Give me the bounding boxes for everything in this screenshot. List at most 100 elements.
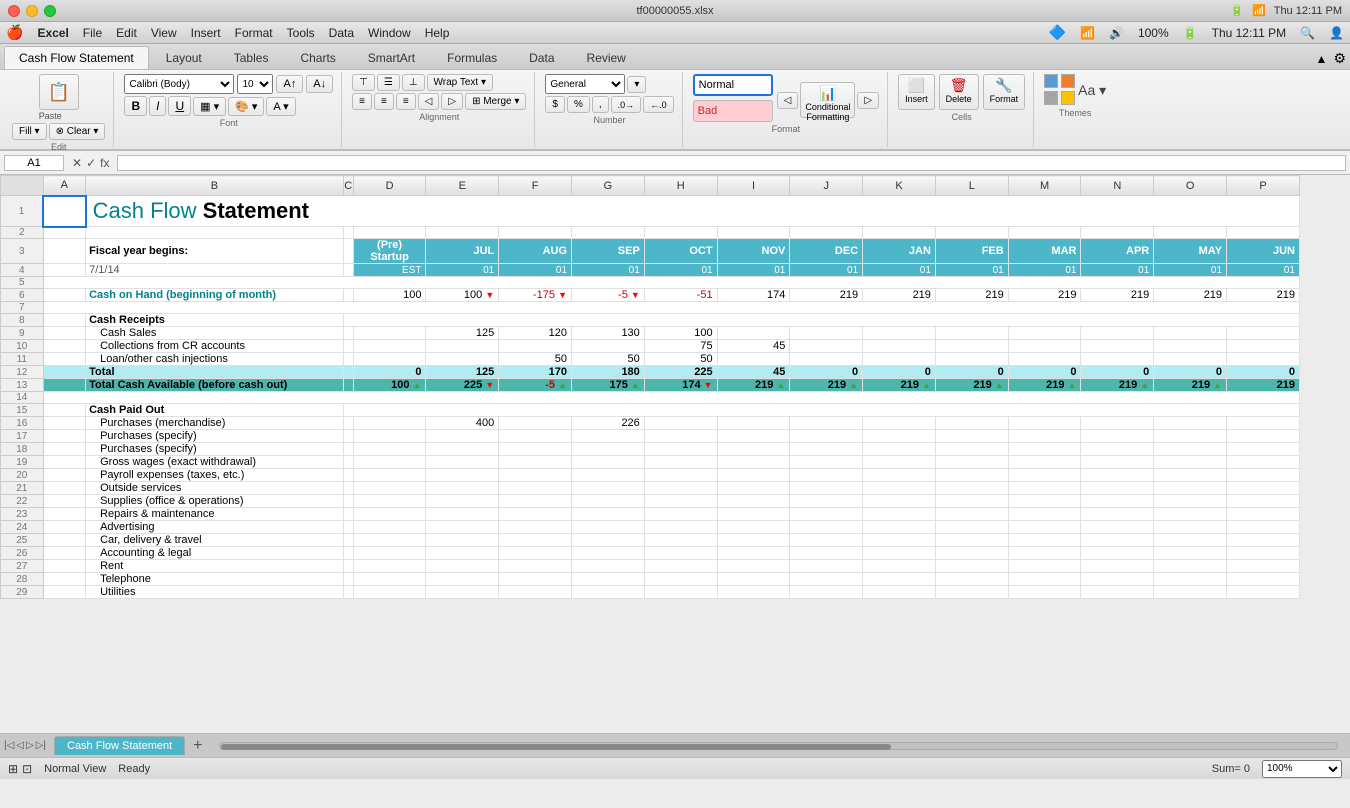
conditional-format-left[interactable]: ◁: [777, 92, 799, 109]
formula-function-icon[interactable]: fx: [100, 156, 109, 170]
align-middle-button[interactable]: ☰: [377, 74, 400, 91]
col-header-h[interactable]: H: [644, 176, 717, 196]
tab-home[interactable]: Cash Flow Statement: [4, 46, 149, 69]
format-bad-box[interactable]: Bad: [693, 100, 773, 122]
menu-file[interactable]: File: [83, 26, 102, 40]
col-header-e[interactable]: E: [426, 176, 499, 196]
ribbon-collapse-icon[interactable]: ▲: [1316, 52, 1328, 66]
paste-button[interactable]: 📋: [39, 74, 79, 110]
table-row: 29Utilities: [1, 586, 1300, 599]
tab-smartart[interactable]: SmartArt: [353, 46, 430, 69]
tab-review[interactable]: Review: [572, 46, 641, 69]
col-header-d[interactable]: D: [353, 176, 426, 196]
col-header-c[interactable]: C: [343, 176, 353, 196]
table-row: 23Repairs & maintenance: [1, 508, 1300, 521]
col-header-p[interactable]: P: [1227, 176, 1300, 196]
col-header-a[interactable]: A: [43, 176, 86, 196]
col-header-k[interactable]: K: [863, 176, 936, 196]
col-header-n[interactable]: N: [1081, 176, 1154, 196]
format-cells-button[interactable]: 🔧 Format: [983, 74, 1026, 110]
font-decrease-button[interactable]: A↓: [306, 75, 333, 93]
conditional-format-main[interactable]: 📊 Conditional Formatting: [800, 82, 855, 118]
col-header-g[interactable]: G: [572, 176, 645, 196]
italic-button[interactable]: I: [149, 96, 166, 116]
insert-cells-button[interactable]: ⬜ Insert: [898, 74, 935, 110]
view-buttons: ⊞ ⊡: [8, 762, 32, 776]
col-header-b[interactable]: B: [86, 176, 344, 196]
underline-button[interactable]: U: [168, 96, 191, 116]
sheet-first-button[interactable]: |◁: [4, 740, 14, 751]
sheet-prev-button[interactable]: ◁: [16, 740, 24, 751]
cell-reference-box[interactable]: [4, 155, 64, 171]
menu-excel[interactable]: Excel: [37, 26, 68, 40]
formula-accept-icon[interactable]: ✓: [86, 156, 96, 170]
indent-increase-button[interactable]: ▷: [441, 93, 463, 110]
col-header-o[interactable]: O: [1154, 176, 1227, 196]
col-header-f[interactable]: F: [499, 176, 572, 196]
fill-color-button[interactable]: 🎨 ▾: [228, 97, 264, 116]
col-header-m[interactable]: M: [1008, 176, 1081, 196]
sheet-next-button[interactable]: ▷: [26, 740, 34, 751]
clear-button[interactable]: ⊗ Clear ▾: [49, 123, 106, 140]
align-left-button[interactable]: ≡: [352, 93, 372, 110]
maximize-button[interactable]: [44, 5, 56, 17]
tab-charts[interactable]: Charts: [285, 46, 350, 69]
menu-data[interactable]: Data: [329, 26, 354, 40]
tab-data[interactable]: Data: [514, 46, 569, 69]
search-icon[interactable]: 🔍: [1300, 26, 1315, 40]
tab-tables[interactable]: Tables: [219, 46, 284, 69]
percent-button[interactable]: %: [567, 96, 590, 113]
zoom-select[interactable]: 100%: [1262, 760, 1342, 778]
number-format-select[interactable]: General: [545, 74, 625, 94]
horizontal-scrollbar[interactable]: [219, 742, 1339, 750]
font-size-select[interactable]: 10: [237, 74, 273, 94]
battery-label: 100%: [1138, 26, 1169, 40]
decimal-decrease-button[interactable]: ←.0: [643, 96, 674, 113]
col-header-j[interactable]: J: [790, 176, 863, 196]
formula-cancel-icon[interactable]: ✕: [72, 156, 82, 170]
menu-insert[interactable]: Insert: [191, 26, 221, 40]
fill-button[interactable]: Fill ▾: [12, 123, 47, 140]
decimal-increase-button[interactable]: .0→: [611, 96, 642, 113]
add-sheet-button[interactable]: +: [187, 737, 208, 755]
delete-cells-button[interactable]: 🗑 Delete: [939, 74, 979, 110]
page-layout-button[interactable]: ⊡: [22, 762, 32, 776]
sheet-last-button[interactable]: ▷|: [36, 740, 46, 751]
indent-decrease-button[interactable]: ◁: [418, 93, 440, 110]
align-bottom-button[interactable]: ⊥: [402, 74, 425, 91]
font-name-select[interactable]: Calibri (Body): [124, 74, 234, 94]
bold-button[interactable]: B: [124, 96, 147, 116]
menu-view[interactable]: View: [151, 26, 177, 40]
ribbon-settings-icon[interactable]: ⚙: [1333, 50, 1346, 67]
menu-tools[interactable]: Tools: [287, 26, 315, 40]
sheet-tab-cashflow[interactable]: Cash Flow Statement: [54, 736, 185, 755]
number-format-expand[interactable]: ▾: [627, 76, 646, 93]
currency-button[interactable]: $: [545, 96, 565, 113]
wrap-text-button[interactable]: Wrap Text ▾: [427, 74, 493, 91]
col-header-l[interactable]: L: [935, 176, 1008, 196]
menu-help[interactable]: Help: [425, 26, 450, 40]
table-row: 7: [1, 302, 1300, 314]
font-color-button[interactable]: A ▾: [266, 97, 295, 116]
tab-formulas[interactable]: Formulas: [432, 46, 512, 69]
col-header-i[interactable]: I: [717, 176, 790, 196]
align-right-button[interactable]: ≡: [396, 93, 416, 110]
menu-edit[interactable]: Edit: [116, 26, 137, 40]
grid-scroll-area[interactable]: A B C D E F G H I J K L M N O: [0, 175, 1350, 733]
menu-window[interactable]: Window: [368, 26, 411, 40]
conditional-format-right[interactable]: ▷: [857, 92, 879, 109]
apple-menu[interactable]: 🍎: [6, 24, 23, 41]
tab-layout[interactable]: Layout: [151, 46, 217, 69]
close-button[interactable]: [8, 5, 20, 17]
align-center-button[interactable]: ≡: [374, 93, 394, 110]
menu-format[interactable]: Format: [235, 26, 273, 40]
formula-input[interactable]: [117, 155, 1346, 171]
thousands-button[interactable]: ,: [592, 96, 609, 113]
minimize-button[interactable]: [26, 5, 38, 17]
font-increase-button[interactable]: A↑: [276, 75, 303, 93]
merge-button[interactable]: ⊞ Merge ▾: [465, 93, 526, 110]
normal-view-button[interactable]: ⊞: [8, 762, 18, 776]
align-top-button[interactable]: ⊤: [352, 74, 375, 91]
format-normal-box[interactable]: Normal: [693, 74, 773, 96]
borders-button[interactable]: ▦ ▾: [193, 97, 226, 116]
